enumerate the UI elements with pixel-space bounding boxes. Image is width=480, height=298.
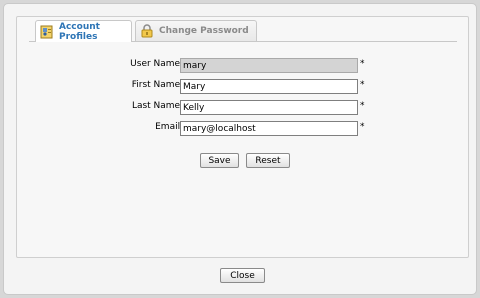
first-name-label: First Name : bbox=[131, 80, 186, 90]
email-required-mark: * bbox=[360, 122, 365, 132]
reset-button[interactable]: Reset bbox=[246, 153, 290, 168]
save-button[interactable]: Save bbox=[200, 153, 239, 168]
tab-change-password[interactable]: Change Password bbox=[135, 20, 257, 41]
tab-bar: Account Profiles Change Password bbox=[29, 20, 457, 42]
email-row: Email : * bbox=[17, 121, 470, 137]
last-name-label: Last Name : bbox=[131, 101, 186, 111]
username-label: User Name : bbox=[130, 59, 186, 69]
email-field[interactable] bbox=[180, 121, 358, 136]
last-name-required-mark: * bbox=[360, 101, 365, 111]
first-name-row: First Name : * bbox=[17, 79, 470, 95]
close-button[interactable]: Close bbox=[220, 268, 265, 283]
account-dialog: Account Profiles Change Password User Na… bbox=[3, 3, 477, 295]
last-name-field[interactable] bbox=[180, 100, 358, 115]
lock-icon bbox=[140, 24, 154, 38]
tab-account-profiles[interactable]: Account Profiles bbox=[35, 20, 132, 42]
tab-change-password-label: Change Password bbox=[159, 26, 249, 36]
username-required-mark: * bbox=[360, 59, 365, 69]
last-name-row: Last Name : * bbox=[17, 100, 470, 116]
first-name-field[interactable] bbox=[180, 79, 358, 94]
username-field[interactable] bbox=[180, 58, 358, 73]
user-card-icon bbox=[40, 25, 54, 39]
username-row: User Name : * bbox=[17, 58, 470, 74]
account-panel: Account Profiles Change Password User Na… bbox=[16, 16, 469, 258]
first-name-required-mark: * bbox=[360, 80, 365, 90]
tab-account-profiles-label: Account Profiles bbox=[59, 21, 100, 42]
